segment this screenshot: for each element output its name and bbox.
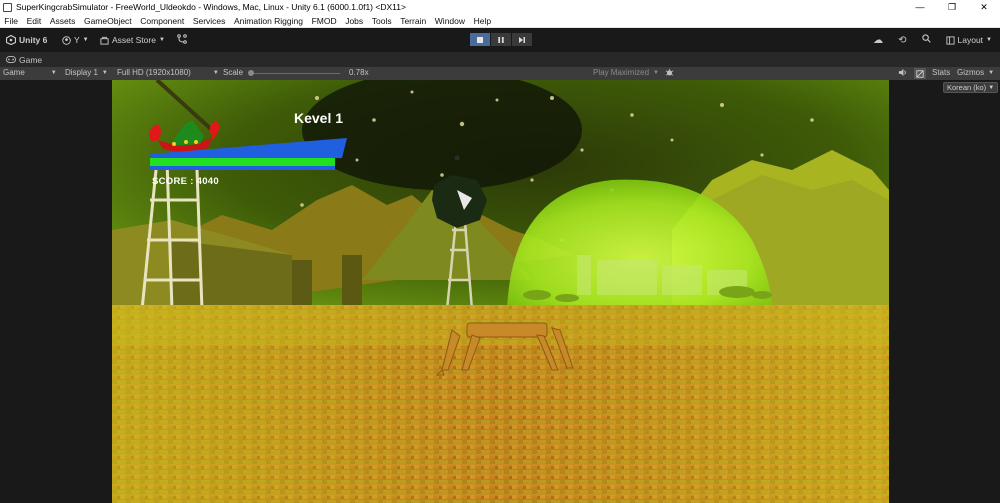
scale-value: 0.78x: [349, 68, 369, 77]
layout-label: Layout: [957, 35, 984, 45]
chevron-down-icon: ▼: [50, 69, 57, 76]
play-mode-dropdown[interactable]: Play Maximized ▼: [593, 68, 659, 77]
health-bar-green: [150, 158, 335, 167]
window-titlebar: SuperKingcrabSimulator - FreeWorld_Uldeo…: [0, 0, 1000, 14]
display-dropdown[interactable]: Display 1 ▼: [65, 68, 108, 77]
menu-animation-rigging[interactable]: Animation Rigging: [230, 16, 308, 26]
menu-component[interactable]: Component: [136, 16, 189, 26]
step-button[interactable]: [512, 33, 532, 46]
tab-game-label: Game: [19, 54, 43, 65]
history-icon[interactable]: ⟲: [898, 35, 906, 46]
unity-app-icon: [3, 2, 12, 12]
version-control-icon: [177, 34, 187, 44]
menu-edit[interactable]: Edit: [22, 16, 45, 26]
audio-mute-icon[interactable]: [898, 68, 907, 77]
health-bar-base: [150, 166, 335, 170]
stop-icon: [477, 36, 483, 43]
chevron-down-icon: ▼: [101, 69, 108, 76]
play-mode-label: Play Maximized: [593, 68, 650, 77]
gamepad-icon: [6, 56, 16, 63]
chevron-down-icon: ▼: [986, 37, 992, 43]
stats-toggle[interactable]: Stats: [932, 68, 950, 77]
play-button[interactable]: [470, 33, 490, 46]
version-control-button[interactable]: [177, 34, 187, 44]
chevron-down-icon: ▼: [82, 37, 89, 43]
menu-file[interactable]: File: [0, 16, 22, 26]
chevron-down-icon: ▼: [988, 69, 995, 76]
bug-icon[interactable]: [665, 68, 674, 77]
resolution-label: Full HD (1920x1080): [117, 68, 191, 77]
maximize-button[interactable]: ❐: [936, 0, 968, 14]
hud-score-label: SCORE : 4040: [152, 176, 219, 187]
asset-store-icon: [100, 36, 109, 45]
chevron-down-icon: ▼: [988, 84, 995, 91]
view-mode-label: Game: [3, 68, 25, 77]
tab-game[interactable]: Game: [0, 55, 42, 65]
window-controls: — ❐ ✕: [904, 0, 1000, 14]
menu-gameobject[interactable]: GameObject: [80, 16, 136, 26]
display-label: Display 1: [65, 68, 98, 77]
unity-logo-icon: [6, 35, 16, 45]
menu-bar: File Edit Assets GameObject Component Se…: [0, 14, 1000, 28]
menu-tools[interactable]: Tools: [367, 16, 395, 26]
scale-slider-track[interactable]: [250, 73, 340, 74]
pause-icon: [498, 36, 504, 43]
chevron-down-icon: ▼: [653, 69, 659, 76]
asset-store-dropdown[interactable]: Asset Store ▼: [100, 35, 165, 45]
view-mode-dropdown[interactable]: Game ▼: [3, 68, 57, 77]
gizmos-label: Gizmos: [957, 68, 985, 77]
toolbar-right: ☁ ⟲ Layout ▼: [873, 34, 992, 46]
layout-dropdown[interactable]: Layout ▼: [945, 35, 992, 45]
language-dropdown[interactable]: Korean (ko) ▼: [943, 82, 998, 93]
account-label: Y: [74, 35, 80, 45]
account-dropdown[interactable]: Y ▼: [62, 35, 89, 45]
menu-jobs[interactable]: Jobs: [341, 16, 368, 26]
window-title: SuperKingcrabSimulator - FreeWorld_Uldeo…: [16, 2, 406, 12]
chevron-down-icon: ▼: [212, 69, 219, 76]
menu-services[interactable]: Services: [189, 16, 230, 26]
menu-help[interactable]: Help: [469, 16, 495, 26]
play-controls: [470, 33, 532, 46]
gizmos-dropdown[interactable]: Gizmos ▼: [957, 68, 994, 77]
game-viewport[interactable]: Kevel 1 SCORE : 4040: [112, 80, 889, 503]
scale-label: Scale: [223, 68, 244, 77]
language-label: Korean (ko): [947, 83, 987, 92]
menu-fmod[interactable]: FMOD: [307, 16, 341, 26]
asset-store-label: Asset Store: [112, 35, 156, 45]
hud-level-label: Kevel 1: [294, 110, 344, 126]
step-icon: [519, 36, 525, 43]
aspect-icon[interactable]: [914, 68, 926, 79]
chevron-down-icon: ▼: [158, 37, 165, 43]
resolution-dropdown[interactable]: Full HD (1920x1080) ▼: [117, 68, 219, 77]
pause-button[interactable]: [491, 33, 511, 46]
unity-toolbar: Unity 6 Y ▼ Asset Store ▼ ☁ ⟲ Layout ▼: [0, 28, 1000, 52]
menu-window[interactable]: Window: [430, 16, 469, 26]
unity-label: Unity 6: [19, 35, 48, 45]
cloud-icon[interactable]: ☁: [873, 35, 883, 46]
game-view-toolbar: Game ▼ Display 1 ▼ Full HD (1920x1080) ▼…: [0, 67, 1000, 80]
search-icon[interactable]: [921, 34, 931, 46]
menu-terrain[interactable]: Terrain: [396, 16, 431, 26]
menu-assets[interactable]: Assets: [46, 16, 80, 26]
unity-cloud-button[interactable]: Unity 6: [6, 35, 47, 45]
scale-slider-handle[interactable]: [248, 70, 254, 76]
layout-icon: [945, 35, 955, 45]
minimize-button[interactable]: —: [904, 0, 936, 14]
account-icon: [62, 35, 71, 45]
game-scene: [112, 80, 889, 503]
close-button[interactable]: ✕: [968, 0, 1000, 14]
tab-strip: Game: [0, 52, 1000, 67]
